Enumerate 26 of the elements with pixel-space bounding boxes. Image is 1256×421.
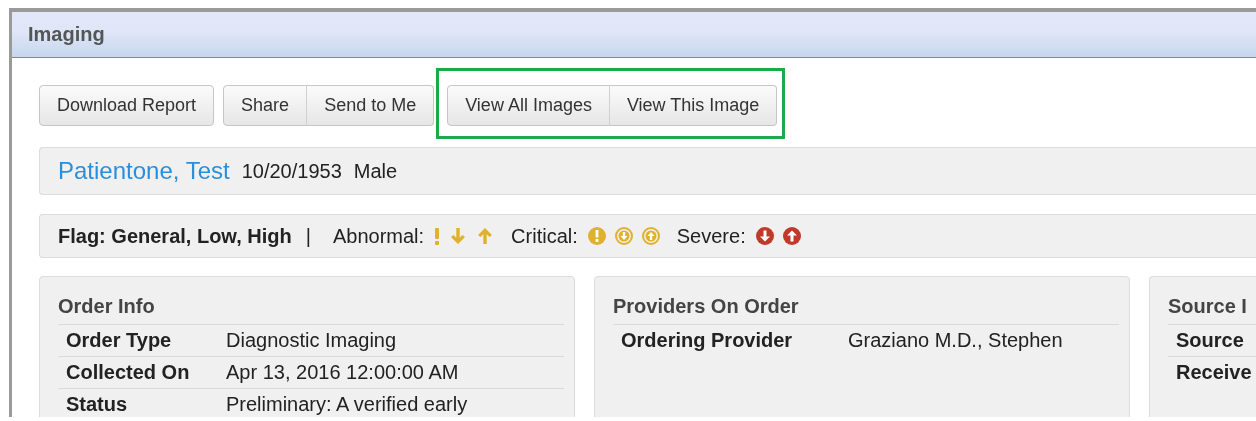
flag-label: Flag: General, Low, High xyxy=(58,224,292,248)
field-value: Apr 13, 2016 12:00:00 AM xyxy=(226,361,459,384)
legend-label: Severe: xyxy=(676,224,746,248)
field-label: Order Type xyxy=(66,329,173,352)
card-title: Order Info xyxy=(58,295,564,325)
window-title: Imaging xyxy=(28,23,105,46)
separator: | xyxy=(305,224,311,248)
toolbar-button[interactable]: Download Report xyxy=(39,85,215,126)
toolbar-button[interactable]: Send to Me xyxy=(306,85,435,126)
field-label: Source xyxy=(1176,329,1244,352)
field-value: Graziano M.D., Stephen xyxy=(848,329,1063,352)
card-title: Providers On Order xyxy=(613,295,1119,325)
birth-date: 10/20/1953 xyxy=(241,159,342,183)
field-label: Receive xyxy=(1176,361,1252,384)
legend-label: Critical: xyxy=(511,224,578,248)
field-label: Ordering Provider xyxy=(621,329,794,352)
field-label: Collected On xyxy=(66,361,191,384)
legend-label: Abnormal: xyxy=(332,224,425,248)
field-label: Status xyxy=(66,393,129,416)
toolbar-button[interactable]: View All Images xyxy=(447,85,610,126)
field-value: Preliminary: A verified early xyxy=(226,393,468,416)
card-title: Source I xyxy=(1168,295,1256,325)
toolbar-button[interactable]: Share xyxy=(223,85,308,126)
patient-sex: Male xyxy=(353,159,398,183)
toolbar-button[interactable]: View This Image xyxy=(608,85,778,126)
field-value: Diagnostic Imaging xyxy=(226,329,397,352)
